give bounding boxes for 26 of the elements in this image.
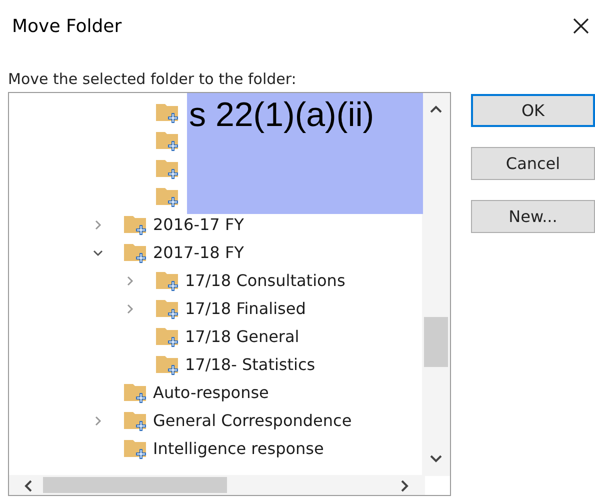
folder-item[interactable]: 2017-18 FY [9, 239, 248, 267]
dialog-button[interactable]: New... [471, 200, 595, 233]
redaction-block: s 22(1)(a)(ii) [187, 93, 423, 214]
folder-item[interactable]: Auto-response [9, 379, 273, 407]
folder-item[interactable]: General Correspondence [9, 407, 356, 435]
folder-item[interactable]: 17/18 Consultations [9, 267, 350, 295]
folder-tree[interactable]: s 22(1)(a)(ii) 2016-17 FY 2017-18 FY 17/18 Consultations 17/18 Finalised 17/18 General 17/18- Statistics Auto-response General Correspondence Intelligence response [8, 92, 451, 496]
scrollbar-thumb[interactable] [424, 317, 448, 367]
window-title: Move Folder [12, 14, 122, 38]
scrollbar-thumb[interactable] [43, 477, 227, 493]
folder-item[interactable]: 17/18 General [9, 323, 304, 351]
horizontal-scrollbar[interactable] [9, 475, 425, 495]
chevron-icon[interactable] [93, 248, 103, 258]
prompt-label: Move the selected folder to the folder: [8, 68, 296, 90]
scroll-down-icon[interactable] [430, 455, 442, 463]
dialog-button[interactable]: OK [471, 94, 595, 127]
scroll-left-icon[interactable] [24, 480, 32, 492]
dialog-button[interactable]: Cancel [471, 147, 595, 180]
folder-item[interactable]: 17/18 Finalised [9, 295, 310, 323]
close-icon[interactable] [571, 16, 591, 36]
folder-item[interactable]: 2016-17 FY [9, 211, 248, 239]
vertical-scrollbar[interactable] [422, 93, 450, 476]
folder-item[interactable]: 17/18- Statistics [9, 351, 320, 379]
scroll-right-icon[interactable] [401, 480, 409, 492]
scroll-up-icon[interactable] [430, 105, 442, 113]
folder-item[interactable]: Intelligence response [9, 435, 328, 463]
